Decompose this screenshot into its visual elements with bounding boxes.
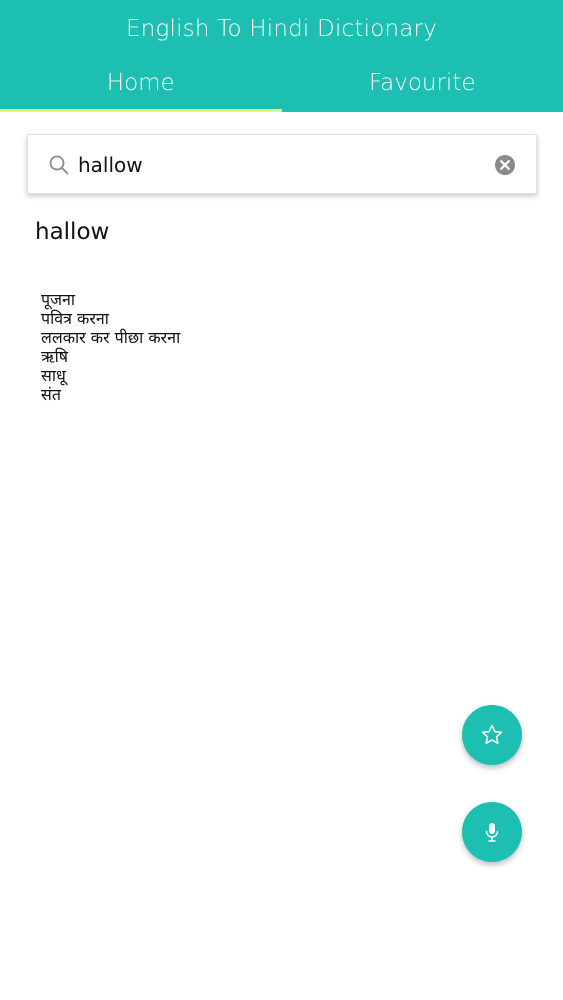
meaning-item: पूजना	[41, 290, 75, 309]
star-icon	[481, 724, 503, 745]
voice-search-button[interactable]	[462, 802, 522, 862]
search-input[interactable]	[78, 147, 478, 183]
meaning-item: संत	[41, 385, 61, 404]
tab-home-label: Home	[106, 70, 175, 96]
tab-favourite[interactable]: Favourite	[282, 60, 563, 112]
search-icon	[49, 155, 69, 175]
tab-active-indicator	[0, 109, 282, 112]
tab-bar: Home Favourite	[0, 60, 563, 112]
clear-search-icon[interactable]	[494, 154, 516, 176]
app-title: English To Hindi Dictionary	[125, 16, 437, 42]
tab-favourite-label: Favourite	[369, 70, 476, 96]
result-word: hallow	[35, 219, 110, 245]
meaning-item: पवित्र करना	[41, 309, 109, 328]
meaning-item: ललकार कर पीछा करना	[41, 328, 181, 347]
meaning-item: ऋषि	[41, 347, 69, 366]
add-favourite-button[interactable]	[462, 705, 522, 765]
app-header: English To Hindi Dictionary Home Favouri…	[0, 0, 563, 112]
meaning-item: साधू	[41, 366, 66, 385]
app-screen: English To Hindi Dictionary Home Favouri…	[0, 0, 563, 1000]
meaning-list: पूजना पवित्र करना ललकार कर पीछा करना ऋषि…	[41, 290, 180, 404]
search-bar	[27, 134, 537, 194]
microphone-icon	[485, 823, 499, 842]
tab-home[interactable]: Home	[0, 60, 282, 112]
